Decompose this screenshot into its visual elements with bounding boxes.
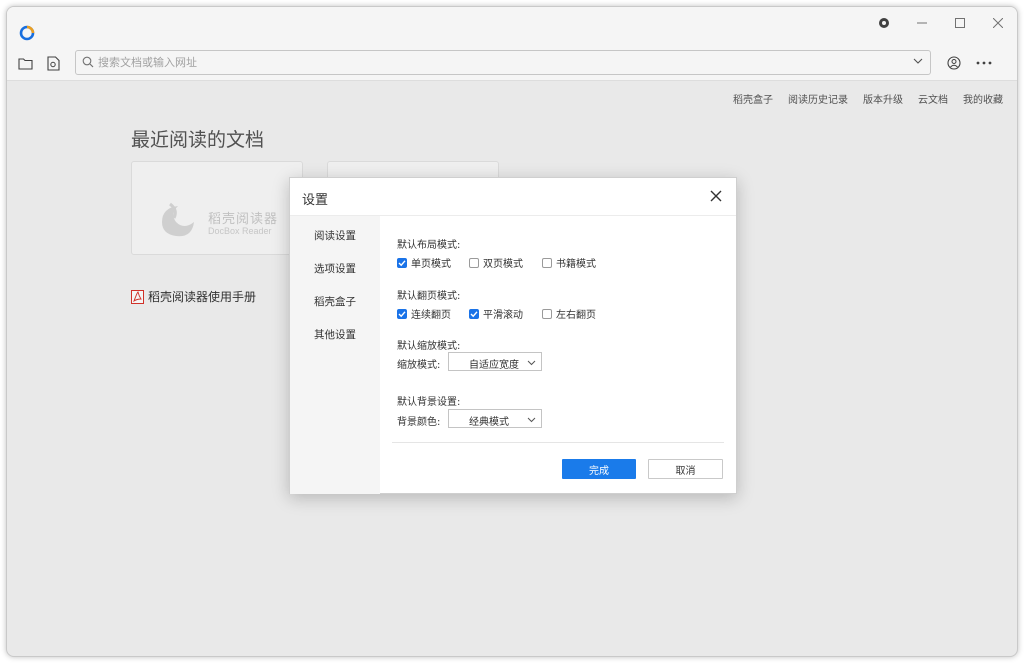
background-color-value: 经典模式	[469, 417, 509, 428]
paging-mode-label: 默认翻页模式:	[397, 291, 461, 302]
cancel-button[interactable]: 取消	[648, 459, 723, 479]
dialog-content: 默认布局模式: 单页模式 双页模式 书籍模式 默认翻页模式: 连续翻页 平滑滚动…	[380, 216, 736, 494]
chevron-down-icon	[527, 360, 536, 366]
dialog-divider	[392, 442, 724, 443]
zoom-mode-value: 自适应宽度	[469, 360, 519, 371]
layout-single-option[interactable]: 单页模式	[397, 255, 451, 270]
checkbox-checked-icon[interactable]	[397, 308, 407, 319]
dialog-header: 设置	[290, 178, 736, 216]
sidebar-item-docbox[interactable]: 稻壳盒子	[314, 294, 356, 309]
sidebar-item-reading[interactable]: 阅读设置	[314, 228, 356, 243]
option-label: 左右翻页	[556, 310, 596, 321]
checkbox-unchecked-icon[interactable]	[469, 257, 479, 268]
layout-mode-label: 默认布局模式:	[397, 240, 461, 251]
zoom-field-label: 缩放模式:	[397, 360, 441, 371]
paging-leftright-option[interactable]: 左右翻页	[542, 306, 596, 321]
zoom-mode-select[interactable]: 自适应宽度	[448, 352, 542, 371]
option-label: 连续翻页	[411, 310, 451, 321]
close-icon	[710, 190, 722, 202]
app-window: 稻壳盒子 阅读历史记录 版本升级 云文档 我的收藏 最近阅读的文档 稻壳阅读器 …	[6, 6, 1018, 657]
checkbox-unchecked-icon[interactable]	[542, 257, 552, 268]
layout-double-option[interactable]: 双页模式	[469, 255, 523, 270]
settings-dialog: 设置 阅读设置 选项设置 稻壳盒子 其他设置 默认布局模式: 单页模式 双页模式…	[289, 177, 737, 494]
checkbox-checked-icon[interactable]	[469, 308, 479, 319]
background-label: 默认背景设置:	[397, 397, 461, 408]
layout-book-option[interactable]: 书籍模式	[542, 255, 596, 270]
sidebar-item-options[interactable]: 选项设置	[314, 261, 356, 276]
background-field-label: 背景颜色:	[397, 417, 441, 428]
zoom-mode-label: 默认缩放模式:	[397, 341, 461, 352]
option-label: 双页模式	[483, 259, 523, 270]
option-label: 书籍模式	[556, 259, 596, 270]
ok-button[interactable]: 完成	[562, 459, 636, 479]
option-label: 平滑滚动	[483, 310, 523, 321]
checkbox-unchecked-icon[interactable]	[542, 308, 552, 319]
chevron-down-icon	[527, 417, 536, 423]
dialog-sidebar: 阅读设置 选项设置 稻壳盒子 其他设置	[290, 216, 380, 494]
paging-continuous-option[interactable]: 连续翻页	[397, 306, 451, 321]
dialog-close-button[interactable]	[710, 186, 722, 206]
paging-smooth-option[interactable]: 平滑滚动	[469, 306, 523, 321]
sidebar-item-other[interactable]: 其他设置	[314, 327, 356, 342]
dialog-title: 设置	[302, 193, 329, 208]
background-color-select[interactable]: 经典模式	[448, 409, 542, 428]
option-label: 单页模式	[411, 259, 451, 270]
checkbox-checked-icon[interactable]	[397, 257, 407, 268]
